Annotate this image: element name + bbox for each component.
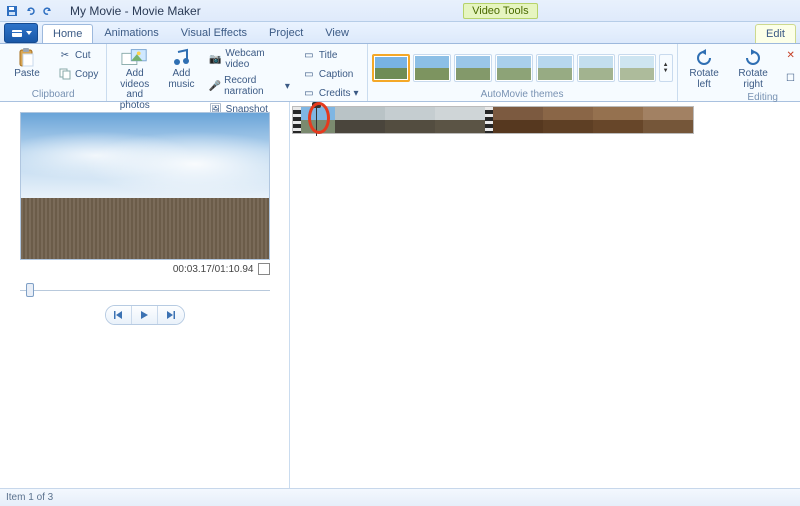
status-bar: Item 1 of 3 <box>0 488 800 506</box>
theme-thumb-4[interactable] <box>495 54 533 82</box>
next-frame-button[interactable] <box>158 306 184 324</box>
themes-more-button[interactable]: ▲▼ <box>659 54 673 82</box>
contextual-tab-label: Video Tools <box>463 3 537 19</box>
status-text: Item 1 of 3 <box>6 492 53 503</box>
photo-video-icon <box>121 48 149 68</box>
copy-icon <box>58 67 72 81</box>
tab-visual-effects[interactable]: Visual Effects <box>170 23 258 42</box>
playback-controls <box>105 305 185 325</box>
delete-icon: ✕ <box>784 48 798 62</box>
theme-thumb-3[interactable] <box>454 54 492 82</box>
ribbon-tab-row: Home Animations Visual Effects Project V… <box>0 22 800 44</box>
scissors-icon: ✂ <box>58 48 72 62</box>
add-music-button[interactable]: Add music <box>162 45 201 91</box>
title-icon: ▭ <box>302 48 316 62</box>
annotation-highlight-circle <box>308 102 330 134</box>
tab-home[interactable]: Home <box>42 24 93 43</box>
music-note-icon <box>167 48 195 68</box>
title-button[interactable]: ▭Title <box>298 46 363 64</box>
theme-thumb-1[interactable] <box>372 54 410 82</box>
theme-thumb-5[interactable] <box>536 54 574 82</box>
tab-project[interactable]: Project <box>258 23 314 42</box>
group-label-themes: AutoMovie themes <box>372 88 673 101</box>
rotate-right-icon <box>739 48 767 68</box>
credits-button[interactable]: ▭Credits ▾ <box>298 84 363 102</box>
expand-icon[interactable] <box>258 263 270 275</box>
film-perforation-icon <box>485 107 493 133</box>
video-preview[interactable] <box>20 112 270 260</box>
add-music-label: Add music <box>168 69 194 90</box>
timeline-strip[interactable] <box>292 106 694 134</box>
chevron-down-icon: ▾ <box>354 88 359 99</box>
caption-icon: ▭ <box>302 67 316 81</box>
ribbon: Paste ✂Cut Copy Clipboard Add videos and… <box>0 44 800 102</box>
rotate-right-label: Rotate right <box>738 69 767 90</box>
redo-icon[interactable] <box>40 3 56 19</box>
file-menu-button[interactable] <box>4 23 38 43</box>
remove-button[interactable]: ✕Remove <box>780 46 800 64</box>
rotate-right-button[interactable]: Rotate right <box>731 45 776 91</box>
film-perforation-icon <box>293 107 301 133</box>
chevron-down-icon <box>26 31 32 35</box>
clipboard-icon <box>13 48 41 68</box>
rotate-left-button[interactable]: Rotate left <box>682 45 727 91</box>
main-area: 00:03.17/01:10.94 <box>0 102 800 488</box>
tab-view[interactable]: View <box>314 23 360 42</box>
window-title: My Movie - Movie Maker <box>70 4 201 18</box>
credits-icon: ▭ <box>302 86 316 100</box>
rotate-left-icon <box>690 48 718 68</box>
select-all-button[interactable]: ☐Select all <box>780 65 800 91</box>
save-icon[interactable] <box>4 3 20 19</box>
caption-button[interactable]: ▭Caption <box>298 65 363 83</box>
group-add: Add videos and photos Add music 📷Webcam … <box>107 44 367 101</box>
microphone-icon: 🎤 <box>209 79 221 93</box>
paste-label: Paste <box>14 69 40 80</box>
group-automovie-themes: ▲▼ AutoMovie themes <box>368 44 678 101</box>
webcam-icon: 📷 <box>209 52 223 66</box>
seek-thumb[interactable] <box>26 283 34 297</box>
play-button[interactable] <box>132 306 158 324</box>
record-narration-button[interactable]: 🎤Record narration ▾ <box>205 73 294 99</box>
rotate-left-label: Rotate left <box>689 69 718 90</box>
paste-button[interactable]: Paste <box>4 45 50 81</box>
theme-thumb-2[interactable] <box>413 54 451 82</box>
undo-icon[interactable] <box>22 3 38 19</box>
storyboard-pane[interactable] <box>290 102 800 488</box>
chevron-down-icon: ▾ <box>285 81 290 92</box>
seek-slider[interactable] <box>20 285 270 295</box>
group-label-clipboard: Clipboard <box>4 88 102 101</box>
theme-thumb-6[interactable] <box>577 54 615 82</box>
theme-thumb-7[interactable] <box>618 54 656 82</box>
previous-frame-button[interactable] <box>106 306 132 324</box>
webcam-video-button[interactable]: 📷Webcam video <box>205 46 294 72</box>
preview-pane: 00:03.17/01:10.94 <box>0 102 290 488</box>
select-all-icon: ☐ <box>784 71 798 85</box>
cut-button[interactable]: ✂Cut <box>54 46 102 64</box>
group-editing: Rotate left Rotate right ✕Remove ☐Select… <box>678 44 800 101</box>
tab-edit[interactable]: Edit <box>755 24 796 43</box>
quick-access-toolbar <box>4 3 56 19</box>
copy-button[interactable]: Copy <box>54 65 102 83</box>
title-bar: My Movie - Movie Maker Video Tools <box>0 0 800 22</box>
tab-animations[interactable]: Animations <box>93 23 169 42</box>
group-clipboard: Paste ✂Cut Copy Clipboard <box>0 44 107 101</box>
time-counter: 00:03.17/01:10.94 <box>173 264 254 275</box>
